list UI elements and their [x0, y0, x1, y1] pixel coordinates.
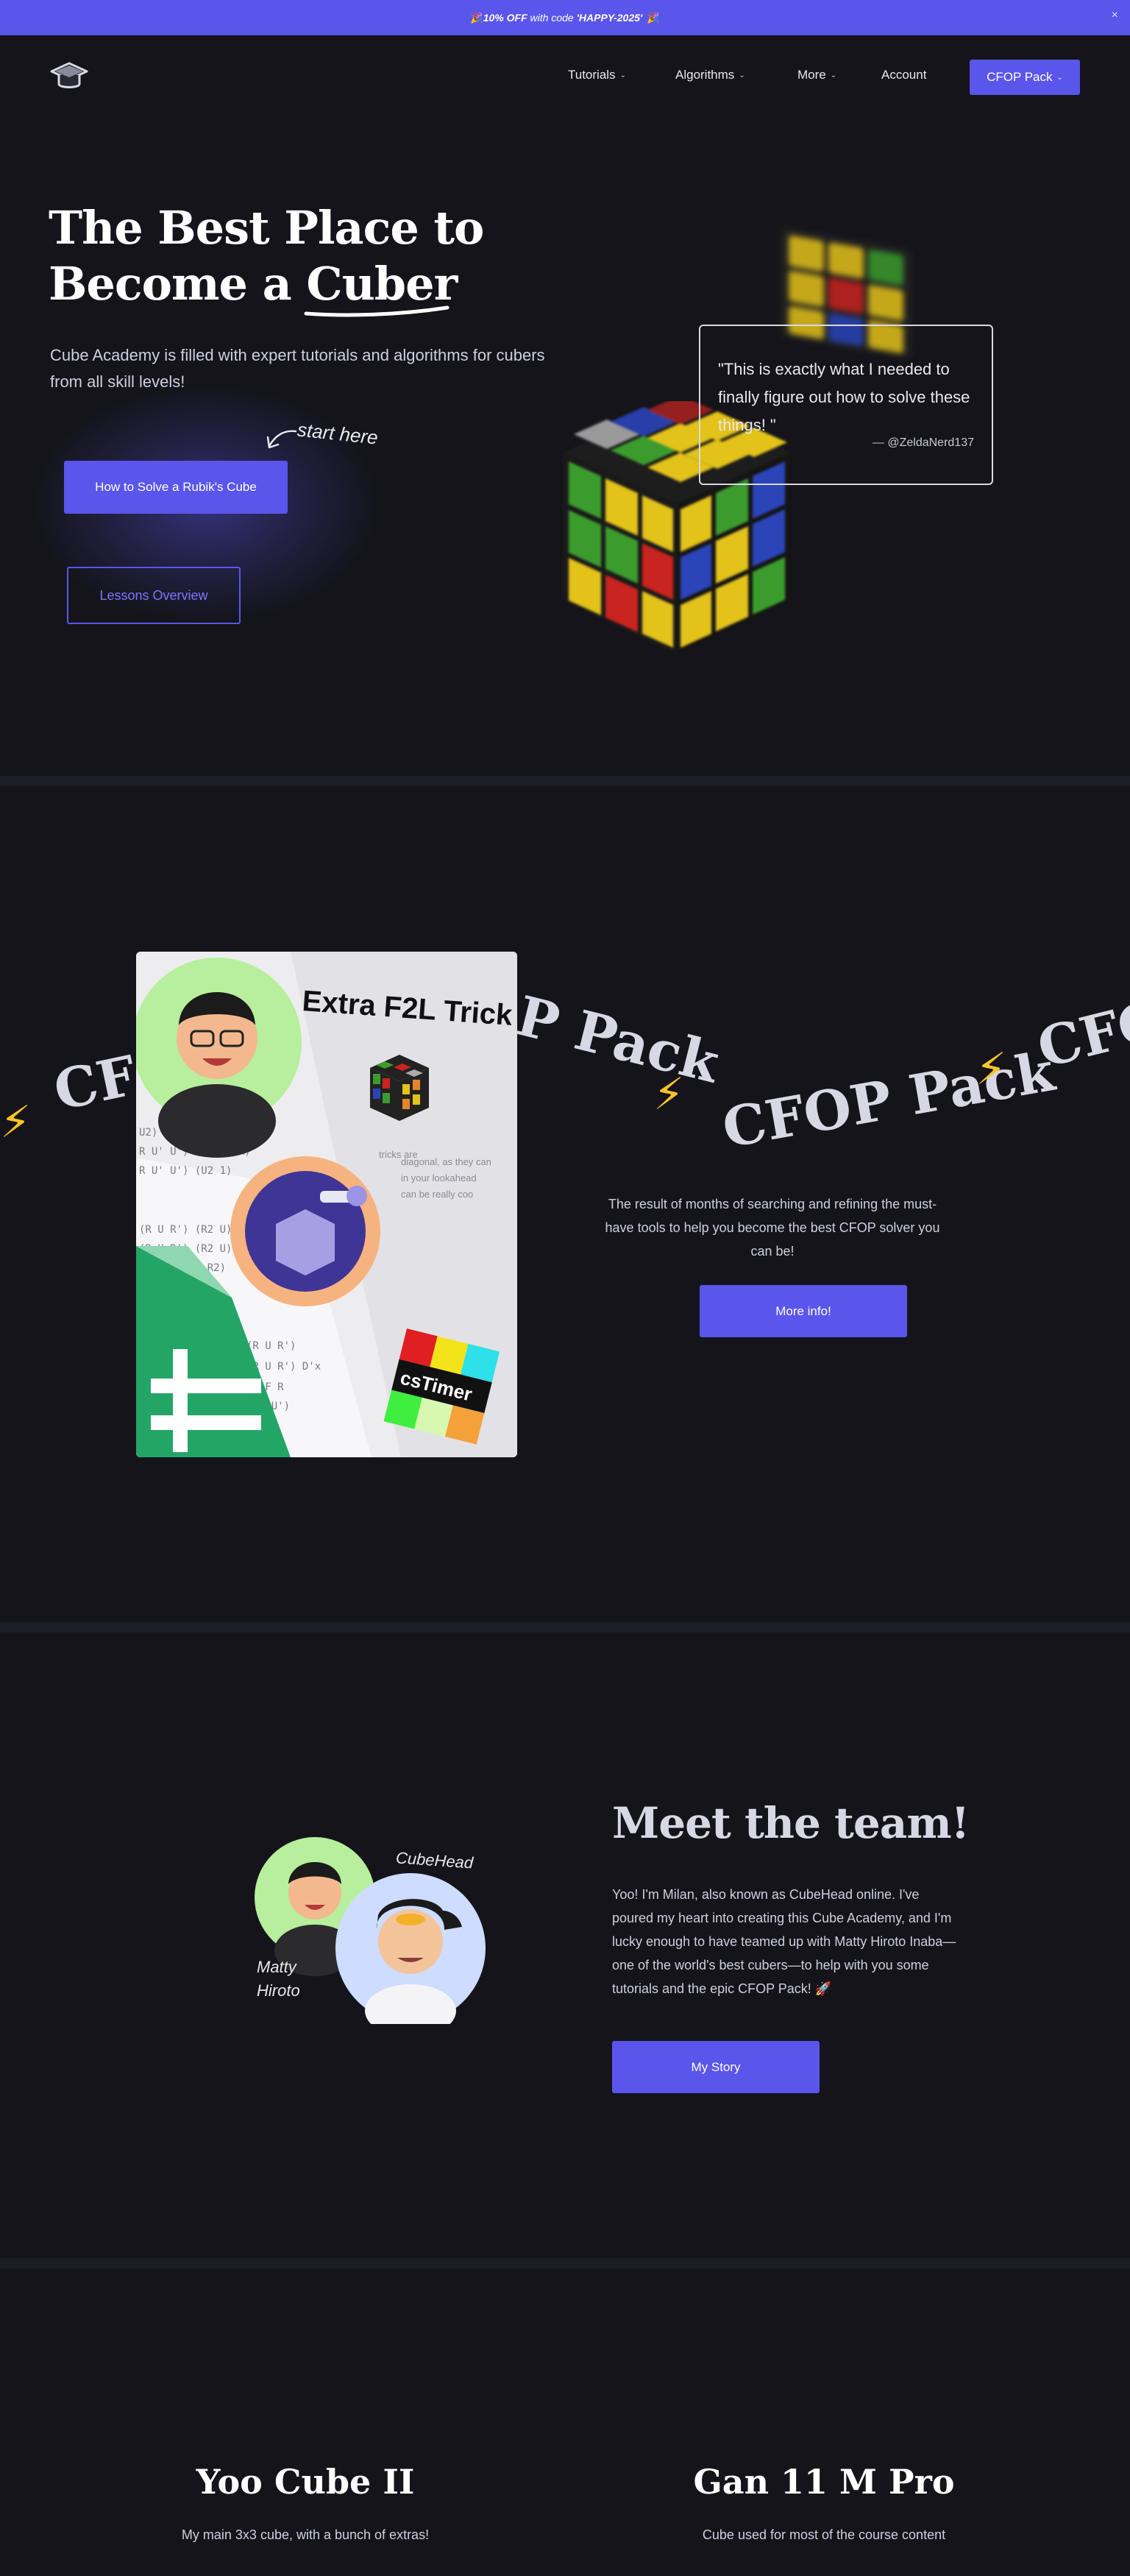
cfop-pack-image[interactable]: U2) (U' R U') R U' U') (R' U2 R) R U' U'…: [136, 952, 517, 1457]
lightning-icon: ⚡: [0, 1097, 32, 1147]
my-story-button[interactable]: My Story: [612, 2041, 820, 2093]
lessons-overview-button[interactable]: Lessons Overview: [67, 567, 241, 624]
cfop-pack-nav-button[interactable]: CFOP Pack ⌄: [970, 60, 1080, 95]
promo-code: 'HAPPY-2025': [576, 12, 643, 24]
nav-account[interactable]: Account: [881, 68, 926, 82]
team-text: Yoo! I'm Milan, also known as CubeHead o…: [612, 1887, 956, 1996]
cfop-description: The result of months of searching and re…: [605, 1197, 940, 1259]
cfop-pack-collage: U2) (U' R U') R U' U') (R' U2 R) R U' U'…: [136, 952, 517, 1457]
svg-text:tricks are: tricks are: [379, 1149, 418, 1160]
cfop-marquee-fragment: CFO: [1031, 987, 1130, 1081]
svg-text:(R U R'): (R U R'): [246, 1340, 296, 1352]
promo-banner: 🎉 10% OFF with code 'HAPPY-2025' 🎉 ×: [0, 0, 1130, 35]
product-title: Yoo Cube II: [196, 2462, 415, 2502]
section-divider: [0, 776, 1130, 786]
party-icon: 🎉: [647, 11, 660, 24]
nav-more-label: More: [797, 68, 826, 82]
hero-title-highlight-text: Cuber: [306, 257, 458, 311]
lightning-icon: ⚡: [976, 1044, 1007, 1094]
product-title: Gan 11 M Pro: [693, 2462, 955, 2502]
hero-title-line1: The Best Place to: [49, 201, 484, 255]
cfop-marquee-fragment: P Pack: [510, 984, 725, 1096]
chevron-down-icon: ⌄: [739, 71, 745, 79]
product-subtitle: Cube used for most of the course content: [702, 2527, 946, 2542]
promo-discount: 10% OFF: [483, 12, 527, 24]
team-title: Meet the team!: [612, 1798, 970, 1848]
chevron-down-icon: ⌄: [619, 71, 626, 79]
svg-text:R U' U') (U2 1): R U' U') (U2 1): [139, 1165, 232, 1177]
chevron-down-icon: ⌄: [830, 71, 837, 79]
more-info-button[interactable]: More info!: [700, 1285, 907, 1337]
svg-text:in your lookahead: in your lookahead: [401, 1172, 477, 1183]
section-divider: [0, 1622, 1130, 1632]
section-divider: [0, 2258, 1130, 2268]
testimonial-quote: "This is exactly what I needed to finall…: [718, 360, 970, 434]
hero-title-line2: Become a: [49, 257, 307, 311]
cfop-pack-nav-label: CFOP Pack: [987, 70, 1053, 84]
nav-more[interactable]: More ⌄: [797, 68, 836, 82]
graduation-cap-icon[interactable]: [50, 60, 88, 93]
close-icon[interactable]: ×: [1112, 9, 1118, 22]
testimonial-card: "This is exactly what I needed to finall…: [699, 325, 993, 485]
product-subtitle: My main 3x3 cube, with a bunch of extras…: [181, 2527, 430, 2542]
curved-arrow-icon: [266, 430, 297, 449]
how-to-solve-button[interactable]: How to Solve a Rubik's Cube: [64, 461, 288, 514]
nav-algorithms-label: Algorithms: [675, 68, 735, 82]
cfop-marquee-text: CFOP Pack: [717, 1040, 1059, 1161]
promo-text: with code: [527, 12, 577, 24]
hero-title: The Best Place to Become a Cuber: [49, 200, 505, 317]
nav-tutorials-label: Tutorials: [568, 68, 616, 82]
nav-account-label: Account: [881, 68, 927, 82]
top-navigation: Tutorials ⌄ Algorithms ⌄ More ⌄ Account …: [0, 35, 1130, 116]
testimonial-author: — @ZeldaNerd137: [872, 436, 974, 449]
matty-label-2: Hiroto: [257, 1981, 300, 2000]
hero-subtitle: Cube Academy is filled with expert tutor…: [50, 346, 545, 391]
nav-algorithms[interactable]: Algorithms ⌄: [675, 68, 745, 82]
svg-text:can be really coo: can be really coo: [401, 1189, 473, 1200]
underline-squiggle-icon: [304, 305, 449, 317]
party-icon: 🎉: [470, 11, 483, 24]
hero-title-highlight: Cuber: [304, 256, 458, 317]
chevron-down-icon: ⌄: [1056, 73, 1063, 82]
nav-tutorials[interactable]: Tutorials ⌄: [568, 68, 626, 82]
matty-label: Matty: [257, 1958, 296, 1976]
lightning-icon: ⚡: [653, 1069, 685, 1119]
